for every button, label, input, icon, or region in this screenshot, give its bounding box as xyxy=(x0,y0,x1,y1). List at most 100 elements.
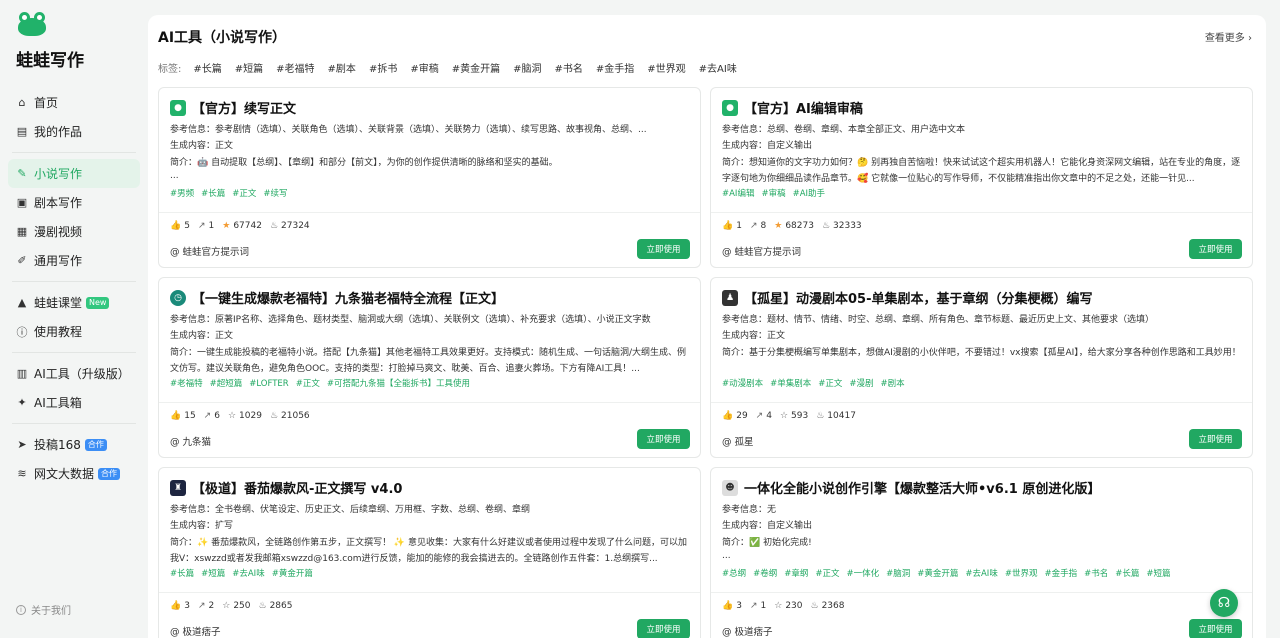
view-more-link[interactable]: 查看更多 › xyxy=(1205,29,1252,44)
sidebar-item-works[interactable]: ▤ 我的作品 xyxy=(0,117,140,146)
share-icon[interactable]: ↗ xyxy=(756,411,764,421)
card-author[interactable]: @ 孤星 xyxy=(722,434,754,448)
share-icon[interactable]: ↗ xyxy=(198,221,206,231)
share-icon[interactable]: ↗ xyxy=(750,601,758,611)
card-tag[interactable]: #总纲 xyxy=(722,569,746,579)
card-tag[interactable]: #短篇 xyxy=(201,569,225,579)
tag-filter[interactable]: #拆书 xyxy=(369,60,397,75)
thumbs-up-icon[interactable]: 👍 xyxy=(170,411,181,421)
tool-card[interactable]: ◷ 【一键生成爆款老福特】九条猫老福特全流程【正文】 参考信息：原著IP名称、选择… xyxy=(158,277,701,458)
tag-filter[interactable]: #老福特 xyxy=(276,60,314,75)
tag-filter[interactable]: #金手指 xyxy=(596,60,634,75)
card-tag[interactable]: #正文 xyxy=(232,189,256,199)
sidebar-item-class[interactable]: ▲ 蛙蛙课堂 New xyxy=(0,288,140,317)
tag-filter[interactable]: #审稿 xyxy=(410,60,438,75)
thumbs-up-icon[interactable]: 👍 xyxy=(722,221,733,231)
share-icon[interactable]: ↗ xyxy=(750,221,758,231)
card-tag[interactable]: #书名 xyxy=(1084,569,1108,579)
card-tag[interactable]: #正文 xyxy=(815,569,839,579)
star-icon[interactable]: ★ xyxy=(222,221,230,231)
card-tag[interactable]: #AI助手 xyxy=(793,189,825,199)
card-author[interactable]: @ 蛙蛙官方提示词 xyxy=(170,244,249,258)
tool-card[interactable]: ♟ 【孤星】动漫剧本05-单集剧本，基于章纲（分集梗概）编写 参考信息：题材、情节… xyxy=(710,277,1253,458)
card-tag[interactable]: #正文 xyxy=(296,379,320,389)
use-now-button[interactable]: 立即使用 xyxy=(637,239,690,259)
tag-filter[interactable]: #去AI味 xyxy=(699,60,737,75)
card-tag[interactable]: #单集剧本 xyxy=(770,379,811,389)
thumbs-up-icon[interactable]: 👍 xyxy=(170,601,181,611)
card-tag[interactable]: #AI编辑 xyxy=(722,189,754,199)
star-icon[interactable]: ☆ xyxy=(774,601,782,611)
use-now-button[interactable]: 立即使用 xyxy=(637,619,690,638)
card-tag[interactable]: #审稿 xyxy=(761,189,785,199)
star-count: 67742 xyxy=(233,221,262,231)
card-tag[interactable]: #黄金开篇 xyxy=(917,569,958,579)
sidebar-item-novel[interactable]: ✎ 小说写作 xyxy=(8,159,140,188)
sidebar-item-general[interactable]: ✐ 通用写作 xyxy=(0,246,140,275)
card-tag[interactable]: #漫剧 xyxy=(849,379,873,389)
card-tag[interactable]: #章纲 xyxy=(784,569,808,579)
card-tag[interactable]: #去AI味 xyxy=(965,569,997,579)
star-icon[interactable]: ★ xyxy=(774,221,782,231)
sidebar-item-bigdata[interactable]: ≋ 网文大数据 合作 xyxy=(0,459,140,488)
tag-filter[interactable]: #短篇 xyxy=(235,60,263,75)
use-now-button[interactable]: 立即使用 xyxy=(637,429,690,449)
card-tag[interactable]: #老福特 xyxy=(170,379,203,389)
tag-filter[interactable]: #黄金开篇 xyxy=(452,60,500,75)
sidebar-item-ai-box[interactable]: ✦ AI工具箱 xyxy=(0,388,140,417)
customer-service-button[interactable]: ☊ xyxy=(1210,589,1238,617)
share-icon[interactable]: ↗ xyxy=(198,601,206,611)
tag-filter[interactable]: #世界观 xyxy=(647,60,685,75)
card-author[interactable]: @ 极道痞子 xyxy=(170,624,221,638)
card-tag[interactable]: #剧本 xyxy=(881,379,905,389)
tag-filter[interactable]: #脑洞 xyxy=(513,60,541,75)
sidebar-item-submit[interactable]: ➤ 投稿168 合作 xyxy=(0,430,140,459)
card-author[interactable]: @ 九条猫 xyxy=(170,434,211,448)
card-tag[interactable]: #长篇 xyxy=(201,189,225,199)
card-author[interactable]: @ 极道痞子 xyxy=(722,624,773,638)
card-tag[interactable]: #正文 xyxy=(818,379,842,389)
star-icon[interactable]: ☆ xyxy=(228,411,236,421)
tool-card[interactable]: ☻ 一体化全能小说创作引擎【爆款整活大师•v6.1 原创进化版】 参考信息：无 生… xyxy=(710,467,1253,638)
tag-filter[interactable]: #长篇 xyxy=(193,60,221,75)
card-tag[interactable]: #一体化 xyxy=(847,569,880,579)
sidebar-item-script[interactable]: ▣ 剧本写作 xyxy=(0,188,140,217)
card-tag[interactable]: #脑洞 xyxy=(886,569,910,579)
tag-filter[interactable]: #书名 xyxy=(555,60,583,75)
share-icon[interactable]: ↗ xyxy=(204,411,212,421)
card-tag[interactable]: #长篇 xyxy=(1115,569,1139,579)
star-icon[interactable]: ☆ xyxy=(780,411,788,421)
thumbs-up-icon[interactable]: 👍 xyxy=(722,601,733,611)
card-tag[interactable]: #LOFTER xyxy=(249,379,288,389)
card-tag[interactable]: #男频 xyxy=(170,189,194,199)
tool-card[interactable]: ● 【官方】续写正文 参考信息：参考剧情（选填）、关联角色（选填）、关联背景（选填… xyxy=(158,87,701,268)
use-now-button[interactable]: 立即使用 xyxy=(1189,619,1242,638)
flame-icon: ♨ xyxy=(269,411,279,421)
use-now-button[interactable]: 立即使用 xyxy=(1189,239,1242,259)
card-tag[interactable]: #短篇 xyxy=(1146,569,1170,579)
use-now-button[interactable]: 立即使用 xyxy=(1189,429,1242,449)
card-tag[interactable]: #长篇 xyxy=(170,569,194,579)
logo[interactable]: 蛙蛙写作 xyxy=(16,10,84,71)
card-author[interactable]: @ 蛙蛙官方提示词 xyxy=(722,244,801,258)
tool-card[interactable]: ♜ 【极道】番茄爆款风-正文撰写 v4.0 参考信息：全书卷纲、伏笔设定、历史正文… xyxy=(158,467,701,638)
card-tag[interactable]: #金手指 xyxy=(1044,569,1077,579)
card-tag[interactable]: #动漫剧本 xyxy=(722,379,763,389)
thumbs-up-icon[interactable]: 👍 xyxy=(722,411,733,421)
sidebar-item-home[interactable]: ⌂ 首页 xyxy=(0,88,140,117)
star-icon[interactable]: ☆ xyxy=(222,601,230,611)
tag-filter[interactable]: #剧本 xyxy=(328,60,356,75)
card-tag[interactable]: #世界观 xyxy=(1005,569,1038,579)
card-tag[interactable]: #去AI味 xyxy=(232,569,264,579)
sidebar-item-about[interactable]: i 关于我们 xyxy=(16,602,71,617)
sidebar-item-comic[interactable]: ▦ 漫剧视频 xyxy=(0,217,140,246)
card-tag[interactable]: #续写 xyxy=(263,189,287,199)
card-tag[interactable]: #超短篇 xyxy=(210,379,243,389)
card-tag[interactable]: #可搭配九条猫【全能拆书】工具使用 xyxy=(327,379,470,389)
card-tag[interactable]: #卷纲 xyxy=(753,569,777,579)
card-tag[interactable]: #黄金开篇 xyxy=(272,569,313,579)
sidebar-item-ai-upgrade[interactable]: ▥ AI工具（升级版） xyxy=(0,359,140,388)
tool-card[interactable]: ● 【官方】AI编辑审稿 参考信息：总纲、卷纲、章纲、本章全部正文、用户选中文本 … xyxy=(710,87,1253,268)
sidebar-item-tutorial[interactable]: ⓘ 使用教程 xyxy=(0,317,140,346)
thumbs-up-icon[interactable]: 👍 xyxy=(170,221,181,231)
